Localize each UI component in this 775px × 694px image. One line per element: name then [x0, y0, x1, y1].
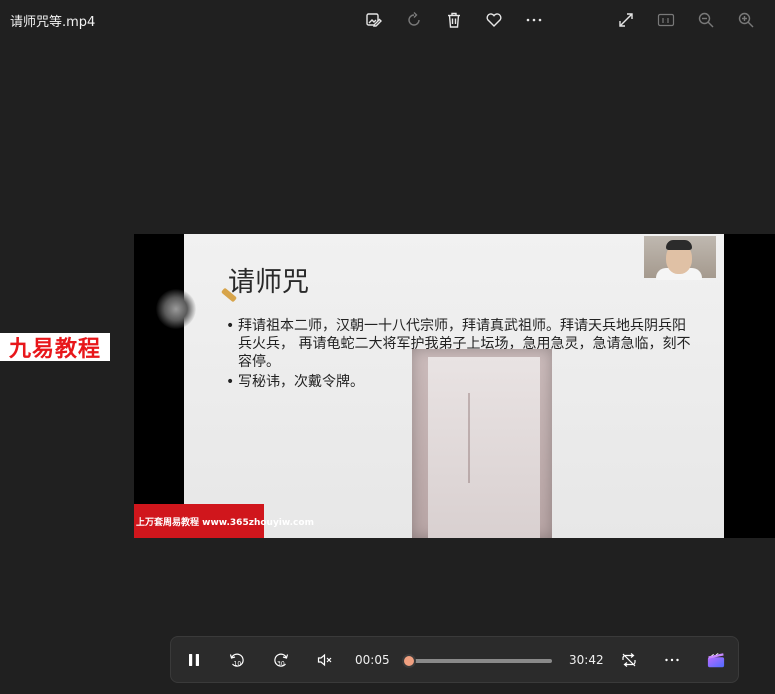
pause-button[interactable] [180, 646, 208, 674]
seek-thumb[interactable] [402, 654, 417, 668]
webcam-overlay [644, 236, 716, 280]
brand-banner: 上万套周易教程 www.365zhouyiw.com [134, 504, 314, 538]
light-glow [156, 289, 196, 329]
zoom-out-icon [698, 12, 714, 28]
pause-icon [189, 654, 199, 666]
media-player-window: 请师咒等.mp4 九易教程 请师咒 • 拜请祖本二师，汉朝一十八代宗师，拜请真武… [0, 0, 775, 694]
delete-icon [448, 12, 460, 28]
skip-forward-30-button[interactable]: 30 [267, 646, 295, 674]
mute-button[interactable] [311, 646, 339, 674]
skip-back-10-button[interactable]: 10 [223, 646, 251, 674]
svg-text:30: 30 [277, 661, 285, 668]
edit-image-icon [366, 13, 382, 27]
slide-title: 请师咒 [228, 267, 309, 298]
more-playback-options-button[interactable] [658, 646, 686, 674]
seek-bar[interactable] [402, 654, 552, 668]
volume-muted-icon [317, 653, 332, 667]
skip-forward-30-icon: 30 [274, 653, 289, 668]
playback-controls: 10 30 00:05 30:42 [170, 636, 739, 683]
favorite-icon [486, 13, 502, 27]
rotate-button[interactable] [400, 6, 428, 34]
more-options-button[interactable] [520, 6, 548, 34]
actual-size-button[interactable] [652, 6, 680, 34]
fullscreen-icon [619, 13, 633, 27]
current-time: 00:05 [355, 653, 390, 667]
repeat-button[interactable] [615, 646, 643, 674]
talisman-paper-inner [428, 357, 540, 538]
clipchamp-icon [707, 652, 725, 668]
zoom-in-button[interactable] [732, 6, 760, 34]
repeat-off-icon [622, 653, 636, 667]
zoom-out-button[interactable] [692, 6, 720, 34]
total-duration: 30:42 [569, 653, 604, 667]
rotate-icon [408, 12, 420, 26]
edit-image-button[interactable] [360, 6, 388, 34]
watermark-label: 九易教程 [0, 333, 110, 362]
slide: 请师咒 拜请祖本二师，汉朝一十八代宗师，拜请真武祖师。拜请天兵地兵阴兵阳兵火兵，… [184, 234, 724, 538]
actual-size-icon [657, 13, 675, 27]
favorite-button[interactable] [480, 6, 508, 34]
talisman-paper-image [412, 349, 552, 538]
presenter-hair [666, 240, 692, 250]
fullscreen-button[interactable] [612, 6, 640, 34]
more-icon [665, 658, 679, 662]
video-frame[interactable]: 请师咒 拜请祖本二师，汉朝一十八代宗师，拜请真武祖师。拜请天兵地兵阴兵阳兵火兵，… [134, 234, 775, 538]
svg-text:10: 10 [234, 661, 242, 668]
delete-button[interactable] [440, 6, 468, 34]
window-title: 请师咒等.mp4 [10, 15, 96, 30]
zoom-in-icon [738, 12, 754, 28]
more-icon [526, 18, 542, 22]
talisman-writing [468, 393, 510, 483]
clipchamp-button[interactable] [702, 646, 730, 674]
skip-back-10-icon: 10 [229, 653, 244, 668]
